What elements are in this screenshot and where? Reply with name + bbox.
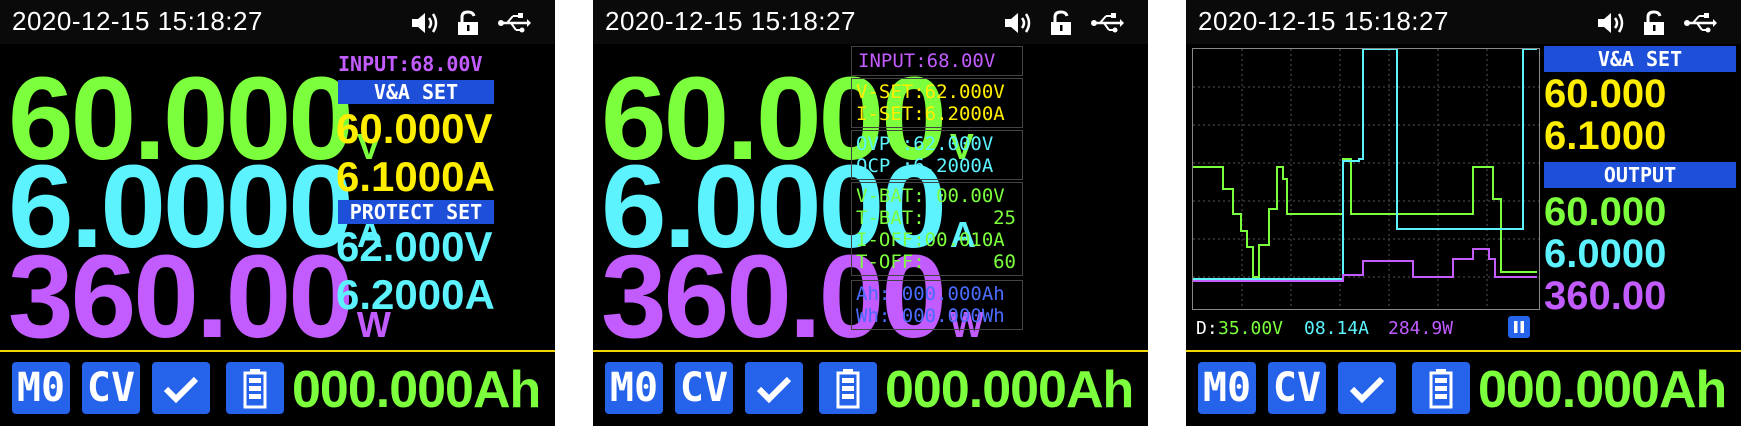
va-set-banner: V&A SET — [338, 80, 494, 104]
datetime: 2020-12-15 15:18:27 — [12, 6, 263, 36]
memory-button[interactable]: M0 — [12, 362, 70, 414]
mode-cv-button[interactable]: CV — [82, 362, 140, 414]
battery-button[interactable] — [819, 362, 877, 414]
pause-icon — [1514, 321, 1524, 333]
i-off: I-OFF:00.010A — [856, 229, 1005, 251]
protect-current: 6.2000A — [336, 271, 495, 318]
current-trace — [1193, 48, 1537, 280]
wh-total: Wh: 000.000Wh — [856, 305, 1005, 327]
ovp: OVP :62.000V — [856, 133, 994, 155]
usb-icon — [498, 13, 531, 33]
battery-panel: V-BAT: 00.00V T-BAT: 25 I-OFF:00.010A T-… — [851, 182, 1023, 276]
mode-cv-button[interactable]: CV — [675, 362, 733, 414]
battery-icon — [1429, 369, 1453, 409]
graph-current-readout: 08.14A — [1304, 318, 1370, 339]
va-set-banner: V&A SET — [1544, 46, 1736, 72]
check-icon — [1349, 376, 1385, 404]
graph-d-label: D: — [1196, 318, 1218, 339]
energy-panel: Ah: 000.000Ah Wh: 000.000Wh — [851, 280, 1023, 330]
graph-power-readout: 284.9W — [1388, 318, 1454, 339]
protect-set-banner: PROTECT SET — [338, 200, 494, 224]
speaker-icon[interactable] — [1596, 10, 1626, 36]
input-voltage: INPUT:68.00V — [858, 50, 996, 72]
output-ok-button[interactable] — [152, 362, 210, 414]
usb-icon — [1684, 13, 1717, 33]
separator — [1186, 350, 1741, 352]
v-set: V-SET:62.000V — [856, 81, 1005, 103]
set-voltage: 60.000 — [1544, 72, 1667, 116]
output-ok-button[interactable] — [745, 362, 803, 414]
ah-total: Ah: 000.000Ah — [856, 283, 1005, 305]
set-current: 6.1000 — [1544, 114, 1667, 158]
lock-open-icon[interactable] — [1049, 10, 1073, 36]
separator — [0, 350, 555, 352]
mode-cv-button[interactable]: CV — [1268, 362, 1326, 414]
trend-graph — [1192, 48, 1540, 310]
pause-button[interactable] — [1508, 316, 1530, 338]
datetime: 2020-12-15 15:18:27 — [1198, 6, 1449, 36]
output-ok-button[interactable] — [1338, 362, 1396, 414]
check-icon — [756, 376, 792, 404]
t-bat-label: T-BAT: — [856, 207, 925, 229]
status-bar: 2020-12-15 15:18:27 — [593, 0, 1148, 44]
capacity-ah: 000.000Ah — [1478, 361, 1727, 419]
trend-plot — [1193, 48, 1539, 309]
set-panel: V-SET:62.000V I-SET:6.2000A — [851, 78, 1023, 128]
graph-screen: 2020-12-15 15:18:27 D: 35.00V 08.14A 284… — [1186, 0, 1741, 426]
protection-panel: OVP :62.000V OCP :6.2000A — [851, 130, 1023, 180]
capacity-ah: 000.000Ah — [292, 361, 541, 419]
out-voltage: 60.000 — [1544, 190, 1667, 234]
set-current: 6.1000A — [336, 153, 495, 200]
input-panel: INPUT:68.00V — [851, 46, 1023, 76]
out-current: 6.0000 — [1544, 232, 1667, 276]
battery-icon — [243, 369, 267, 409]
i-set: I-SET:6.2000A — [856, 103, 1005, 125]
separator — [593, 350, 1148, 352]
status-bar: 2020-12-15 15:18:27 — [1186, 0, 1741, 44]
out-power: 360.00 — [1544, 274, 1667, 318]
protect-voltage: 62.000V — [336, 223, 493, 270]
memory-button[interactable]: M0 — [1198, 362, 1256, 414]
battery-icon — [836, 369, 860, 409]
check-icon — [163, 376, 199, 404]
ocp: OCP :6.2000A — [856, 155, 994, 177]
output-power: 360.00 W — [8, 238, 391, 356]
t-off-label: T-OFF: — [856, 251, 925, 273]
voltage-trace — [1193, 158, 1537, 278]
power-value: 360.00 — [8, 231, 354, 363]
datetime: 2020-12-15 15:18:27 — [605, 6, 856, 36]
main-screen: 2020-12-15 15:18:27 60.000 V 6.0000 A 360.… — [0, 0, 555, 426]
speaker-icon[interactable] — [1003, 10, 1033, 36]
t-bat-value: 25 — [993, 207, 1016, 229]
graph-grid — [1193, 49, 1539, 309]
set-voltage: 60.000V — [336, 105, 493, 152]
capacity-ah: 000.000Ah — [885, 361, 1134, 419]
lock-open-icon[interactable] — [1642, 10, 1666, 36]
power-trace — [1193, 248, 1537, 282]
battery-button[interactable] — [226, 362, 284, 414]
graph-voltage-readout: 35.00V — [1218, 318, 1284, 339]
t-off-value: 60 — [993, 251, 1016, 273]
speaker-icon[interactable] — [410, 10, 440, 36]
input-voltage: INPUT:68.00V — [338, 52, 483, 76]
usb-icon — [1091, 13, 1124, 33]
battery-button[interactable] — [1412, 362, 1470, 414]
memory-button[interactable]: M0 — [605, 362, 663, 414]
status-bar: 2020-12-15 15:18:27 — [0, 0, 555, 44]
output-banner: OUTPUT — [1544, 162, 1736, 188]
v-bat: V-BAT: 00.00V — [856, 185, 1005, 207]
detail-screen: 2020-12-15 15:18:27 60.000 V 6.0000 A 360.… — [593, 0, 1148, 426]
lock-open-icon[interactable] — [456, 10, 480, 36]
